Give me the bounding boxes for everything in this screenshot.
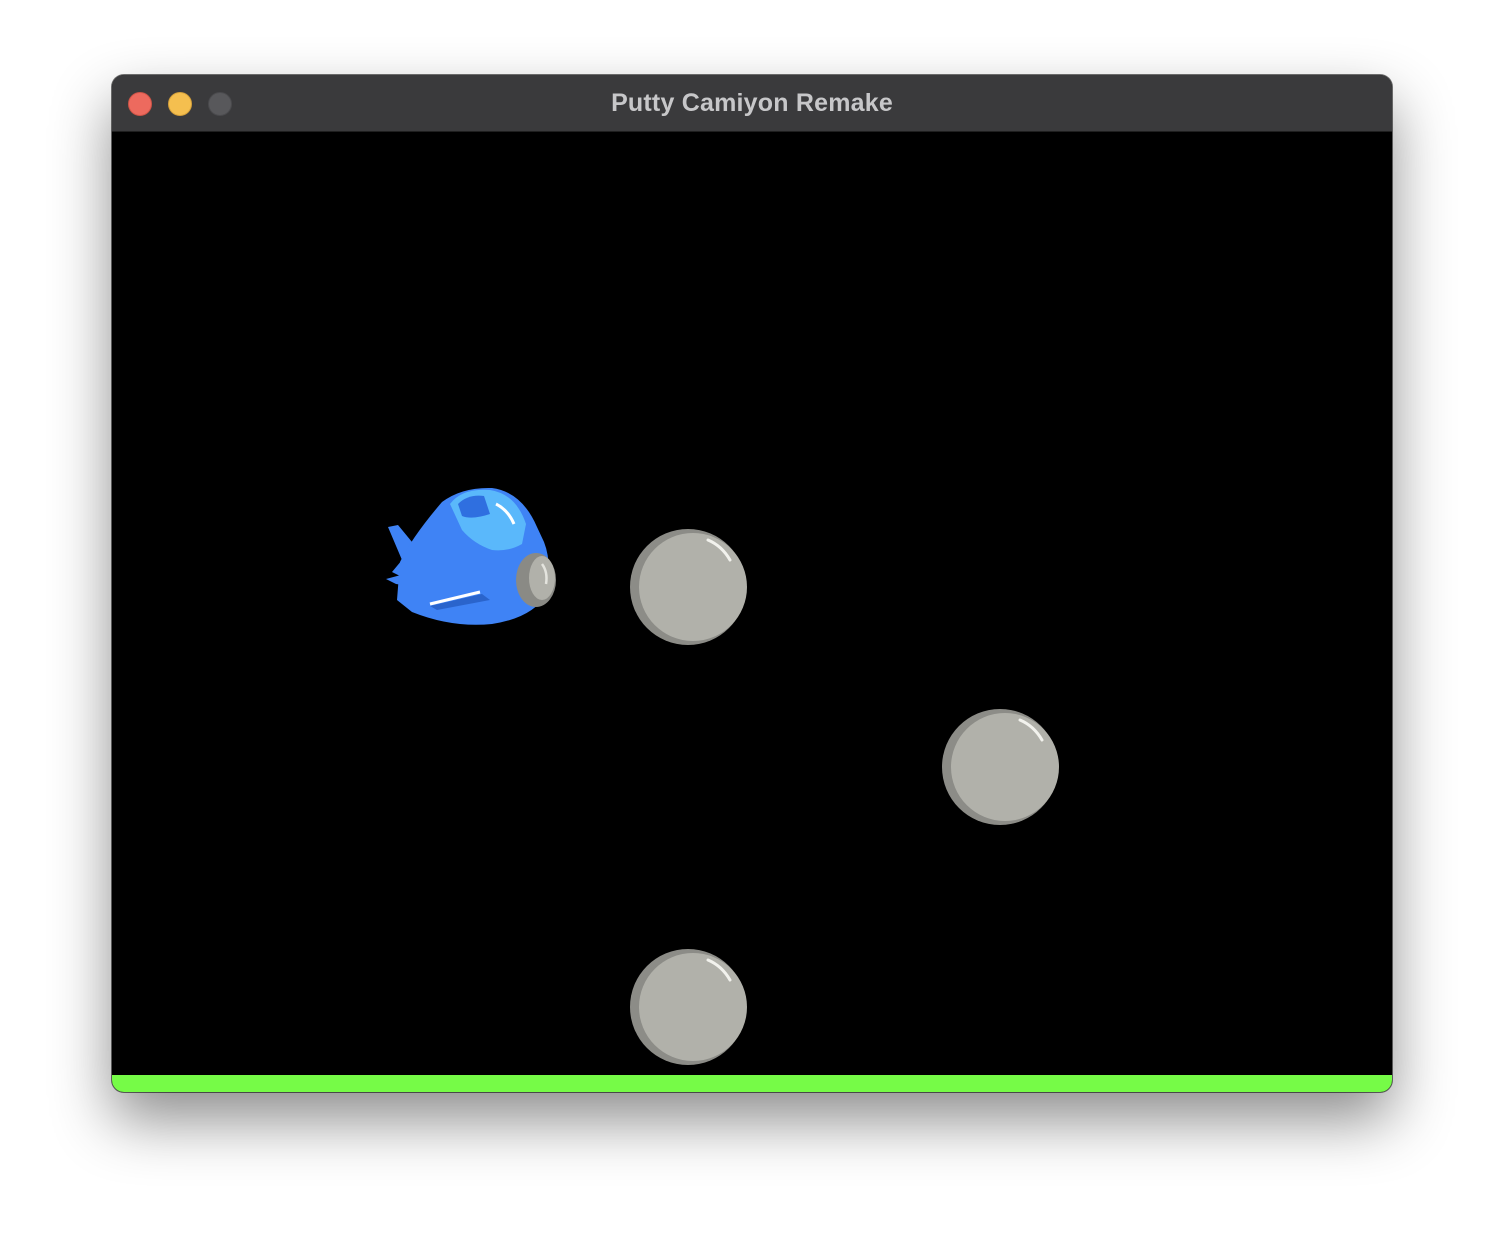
obstacle-ball bbox=[942, 709, 1059, 825]
game-window: Putty Camiyon Remake bbox=[112, 75, 1392, 1092]
player-airplane bbox=[386, 487, 556, 625]
game-canvas[interactable] bbox=[112, 132, 1392, 1092]
obstacle-ball bbox=[630, 949, 747, 1065]
window-title: Putty Camiyon Remake bbox=[611, 89, 893, 117]
title-bar[interactable]: Putty Camiyon Remake bbox=[112, 75, 1392, 132]
obstacle-ball bbox=[630, 529, 747, 645]
game-scene bbox=[386, 487, 1059, 1065]
ground-strip bbox=[112, 1075, 1392, 1092]
